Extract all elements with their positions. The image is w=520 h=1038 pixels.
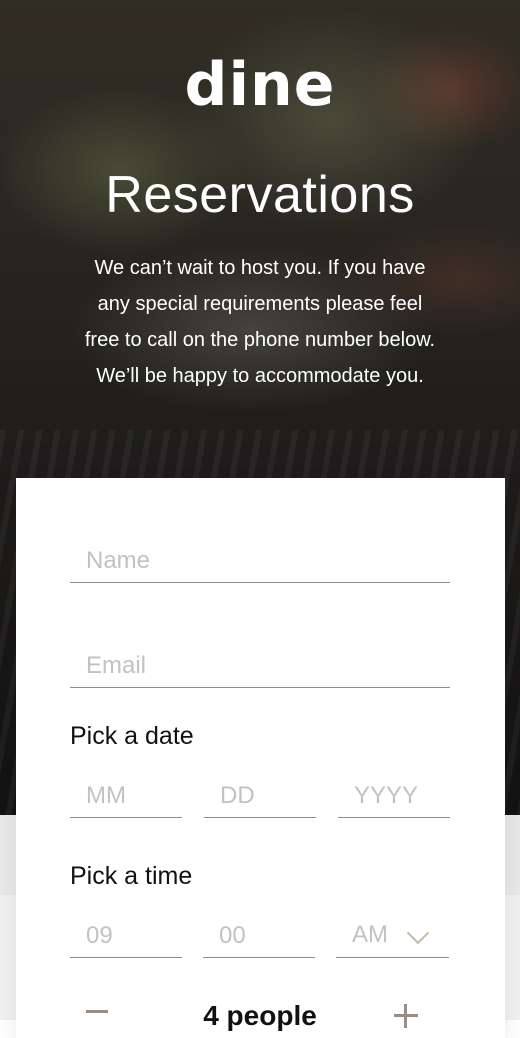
time-period-select[interactable]: AM: [336, 914, 449, 958]
people-count: 4 people: [203, 1000, 317, 1031]
chevron-down-icon: [406, 921, 430, 945]
brand-logo[interactable]: dine: [0, 50, 520, 120]
intro-line: We can’t wait to host you. If you have: [94, 257, 426, 279]
page-title: Reservations: [105, 166, 415, 224]
minus-icon[interactable]: [86, 1010, 108, 1013]
name-input[interactable]: [70, 539, 450, 583]
date-label: Pick a date: [70, 722, 194, 750]
intro-line: We’ll be happy to accommodate you.: [96, 365, 424, 387]
email-input[interactable]: [70, 644, 450, 688]
intro-line: free to call on the phone number below.: [84, 329, 436, 351]
time-label: Pick a time: [70, 862, 193, 890]
time-hour-input[interactable]: [70, 914, 182, 958]
date-year-input[interactable]: [338, 774, 450, 818]
date-day-input[interactable]: [204, 774, 316, 818]
reservation-form-card: Pick a date Pick a time AM: [16, 478, 505, 1038]
intro-text: We can’t wait to host you. If you have a…: [50, 250, 470, 394]
intro-line: any special requirements please feel: [97, 293, 423, 315]
date-month-input[interactable]: [70, 774, 182, 818]
plus-icon[interactable]: [394, 1004, 418, 1028]
time-period-value: AM: [352, 921, 388, 948]
plus-icon-bar: [404, 1004, 407, 1028]
time-minute-input[interactable]: [203, 914, 315, 958]
